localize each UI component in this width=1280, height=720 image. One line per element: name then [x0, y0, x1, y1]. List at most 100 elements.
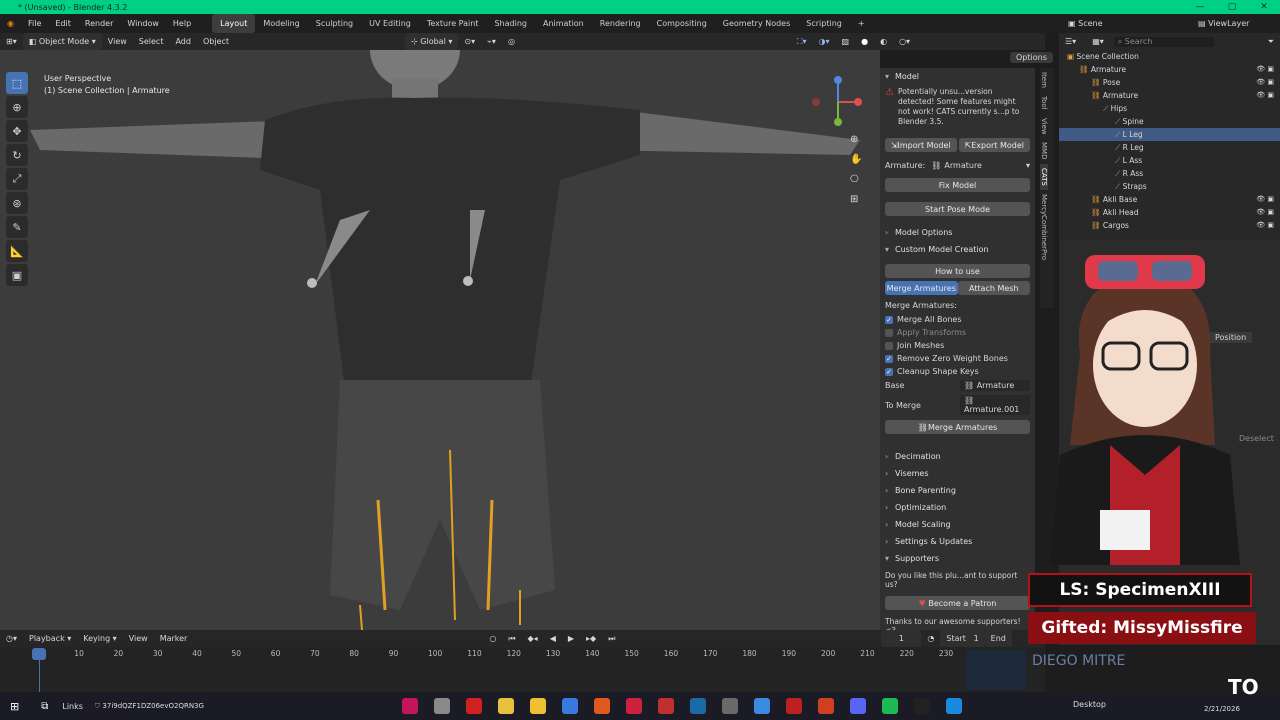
section-header[interactable]: › Bone Parenting	[880, 482, 1035, 499]
shading-material-icon[interactable]: ◐	[874, 33, 893, 50]
links-toolbar[interactable]: Links	[62, 702, 83, 711]
start-pose-mode-button[interactable]: Start Pose Mode	[885, 202, 1030, 216]
move-tool-icon[interactable]: ✥	[6, 120, 28, 142]
close-icon[interactable]: ✕	[1248, 0, 1280, 14]
outliner-row[interactable]: ▣ Scene Collection	[1059, 50, 1280, 63]
section-header[interactable]: › Visemes	[880, 465, 1035, 482]
timeline-area[interactable]: 1102030405060708090100110120130140150160…	[0, 647, 1045, 692]
section-header[interactable]: › Model Scaling	[880, 516, 1035, 533]
app-icon[interactable]	[945, 698, 962, 714]
jump-start-icon[interactable]: ⏮	[502, 630, 521, 647]
visibility-icon[interactable]: 👁 ▣	[1256, 76, 1274, 89]
app-icon[interactable]	[433, 698, 450, 714]
menu-view[interactable]: View	[102, 33, 133, 50]
play-reverse-icon[interactable]: ◀	[544, 630, 562, 647]
section-header[interactable]: › Optimization	[880, 499, 1035, 516]
tab-mmd[interactable]: MMD	[1040, 138, 1048, 163]
playhead[interactable]	[32, 648, 46, 660]
current-frame-field[interactable]: 1	[881, 630, 922, 647]
scale-tool-icon[interactable]: ⤢	[6, 168, 28, 190]
orientation-dropdown[interactable]: ⊹ Global ▾	[405, 33, 459, 50]
spotify-icon[interactable]	[881, 698, 898, 714]
prev-keyframe-icon[interactable]: ◆◂	[522, 630, 544, 647]
next-keyframe-icon[interactable]: ▸◆	[580, 630, 602, 647]
outliner-row[interactable]: ⟋ L Ass	[1059, 154, 1280, 167]
navigation-gizmo[interactable]	[808, 72, 868, 132]
end-frame-field[interactable]: End	[984, 630, 1012, 647]
task-view-icon[interactable]: ⧉	[41, 701, 48, 712]
tab-texture-paint[interactable]: Texture Paint	[419, 14, 487, 33]
tab-modeling[interactable]: Modeling	[255, 14, 307, 33]
menu-window[interactable]: Window	[120, 14, 166, 33]
opera-icon[interactable]	[465, 698, 482, 714]
record-icon[interactable]: ○	[483, 630, 502, 647]
merge-armatures-button[interactable]: ⛓ Merge Armatures	[885, 420, 1030, 434]
outliner-editor-icon[interactable]: ☰▾	[1065, 37, 1076, 46]
merge-armatures-tab[interactable]: Merge Armatures	[885, 281, 958, 295]
snap-icon[interactable]: ⌁▾	[481, 33, 502, 50]
keying-menu[interactable]: Keying ▾	[77, 630, 122, 647]
base-field[interactable]: ⛓ Armature	[960, 380, 1030, 391]
x-icon[interactable]	[913, 698, 930, 714]
outliner-row[interactable]: ⟋ L Leg	[1059, 128, 1280, 141]
add-cube-tool-icon[interactable]: ▣	[6, 264, 28, 286]
steam-icon[interactable]	[689, 698, 706, 714]
merge-option-checkbox[interactable]: Join Meshes	[880, 339, 1035, 352]
outliner-row[interactable]: ⛓ Pose 👁 ▣	[1059, 76, 1280, 89]
grid-icon[interactable]: ⊞	[850, 190, 862, 210]
menu-render[interactable]: Render	[78, 14, 120, 33]
menu-file[interactable]: File	[21, 14, 48, 33]
custom-model-creation-header[interactable]: ▾ Custom Model Creation	[880, 241, 1035, 258]
armature-selector[interactable]: Armature: ⛓ Armature ▾	[880, 155, 1035, 172]
mode-dropdown[interactable]: ◧ Object Mode ▾	[22, 33, 102, 50]
timeline-editor-icon[interactable]: ◷▾	[0, 630, 23, 647]
outliner-row[interactable]: ⛓ Akli Base 👁 ▣	[1059, 193, 1280, 206]
proportional-edit-icon[interactable]: ◎	[502, 33, 521, 50]
visibility-icon[interactable]: 👁 ▣	[1256, 63, 1274, 76]
tab-scripting[interactable]: Scripting	[798, 14, 850, 33]
merge-option-checkbox[interactable]: ✓ Cleanup Shape Keys	[880, 365, 1035, 378]
tab-tool[interactable]: Tool	[1040, 92, 1048, 114]
minimize-icon[interactable]: —	[1184, 0, 1216, 14]
become-patron-button[interactable]: ♥ Become a Patron	[885, 596, 1030, 610]
tab-animation[interactable]: Animation	[535, 14, 592, 33]
menu-help[interactable]: Help	[166, 14, 198, 33]
outliner-search-input[interactable]: ⌕ Search	[1113, 36, 1214, 47]
outliner-row[interactable]: ⟋ R Leg	[1059, 141, 1280, 154]
overlay-icon[interactable]: ◑▾	[813, 33, 836, 50]
visibility-icon[interactable]: 👁 ▣	[1256, 206, 1274, 219]
pan-hand-icon[interactable]: ✋	[850, 150, 862, 170]
model-section-header[interactable]: ▾ Model	[880, 68, 1035, 85]
merge-option-checkbox[interactable]: ✓ Remove Zero Weight Bones	[880, 352, 1035, 365]
camera-icon[interactable]: ⎔	[850, 170, 862, 190]
app-icon[interactable]	[625, 698, 642, 714]
outliner-row[interactable]: ⛓ Armature 👁 ▣	[1059, 89, 1280, 102]
folder-icon[interactable]	[529, 698, 546, 714]
to-merge-field[interactable]: ⛓ Armature.001	[960, 395, 1030, 415]
tab-cats[interactable]: CATS	[1040, 163, 1048, 190]
jump-end-icon[interactable]: ⏭	[602, 630, 621, 647]
measure-tool-icon[interactable]: 📐	[6, 240, 28, 262]
visibility-icon[interactable]: 👁 ▣	[1256, 89, 1274, 102]
annotate-tool-icon[interactable]: ✎	[6, 216, 28, 238]
tab-sculpting[interactable]: Sculpting	[308, 14, 361, 33]
spotify-link[interactable]: ⛉ 37i9dQZF1DZ06evO2QRN3G	[95, 702, 204, 711]
outliner-row[interactable]: ⟋ Straps	[1059, 180, 1280, 193]
xray-icon[interactable]: ▨	[836, 33, 856, 50]
tab-layout[interactable]: Layout	[212, 14, 256, 33]
blender-logo-icon[interactable]: ◉	[0, 14, 21, 33]
export-model-button[interactable]: ⇱ Export Model	[958, 138, 1030, 152]
viewlayer-selector[interactable]: ▤ ViewLayer	[1198, 14, 1249, 33]
options-button[interactable]: Options	[1010, 52, 1053, 63]
maximize-icon[interactable]: ▢	[1216, 0, 1248, 14]
display-mode-icon[interactable]: ▦▾	[1092, 37, 1104, 46]
app-icon[interactable]	[721, 698, 738, 714]
filter-icon[interactable]: ⏷	[1268, 37, 1274, 47]
marker-menu[interactable]: Marker	[154, 630, 194, 647]
section-header[interactable]: › Decimation	[880, 448, 1035, 465]
how-to-use-button[interactable]: How to use	[885, 264, 1030, 278]
3d-viewport[interactable]: User Perspective (1) Scene Collection | …	[0, 50, 880, 630]
import-model-button[interactable]: ⇲ Import Model	[885, 138, 957, 152]
editor-type-icon[interactable]: ⊞▾	[0, 33, 23, 50]
tab-rendering[interactable]: Rendering	[592, 14, 649, 33]
